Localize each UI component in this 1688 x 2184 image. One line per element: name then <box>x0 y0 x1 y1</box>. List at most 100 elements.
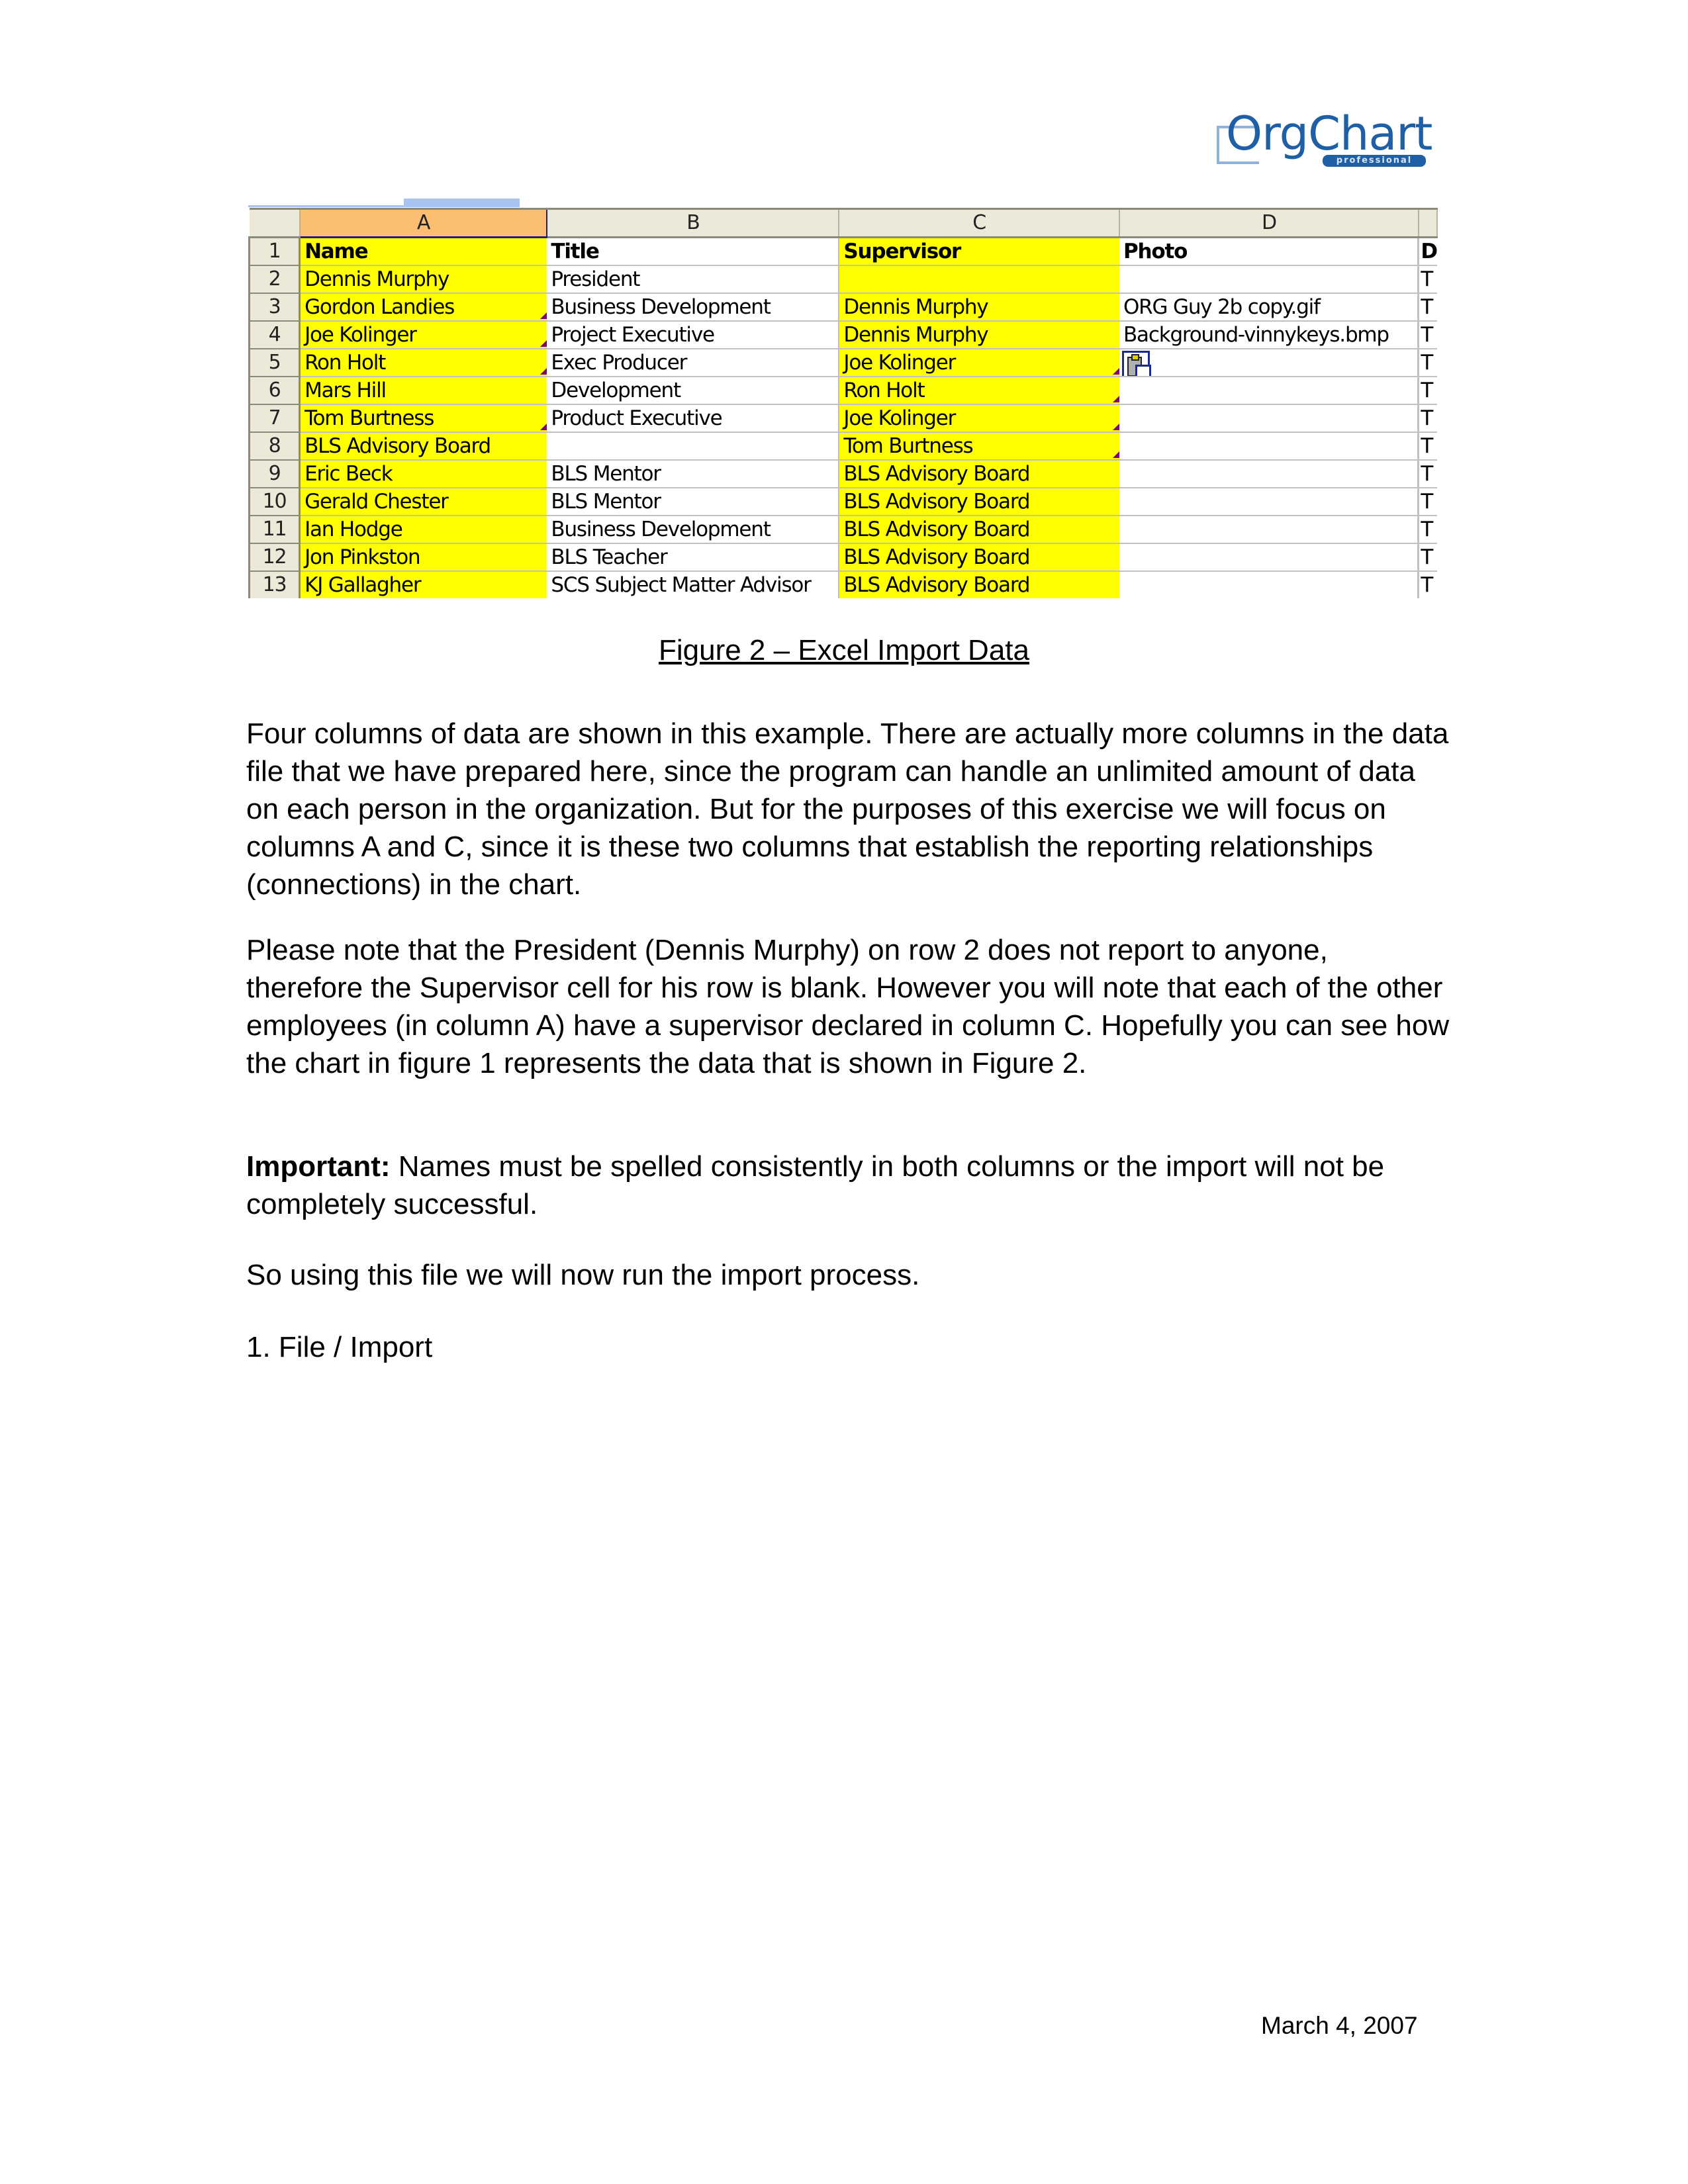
cell-photo[interactable]: ORG Guy 2b copy.gif <box>1119 293 1419 322</box>
cell-name[interactable]: Joe Kolinger <box>299 321 547 349</box>
row-header[interactable]: 13 <box>248 571 301 598</box>
column-header-c[interactable]: C <box>839 208 1120 238</box>
paragraph-important-note: Important: Names must be spelled consist… <box>246 1148 1451 1223</box>
cell-name[interactable]: Dennis Murphy <box>299 265 547 294</box>
cell-column-e[interactable]: T <box>1417 377 1437 405</box>
cell-name[interactable]: Tom Burtness <box>299 404 547 433</box>
column-header-d[interactable]: D <box>1119 208 1419 238</box>
cell-supervisor[interactable]: Joe Kolinger <box>839 404 1119 433</box>
table-row: 2 Dennis Murphy President T <box>248 265 1437 294</box>
paste-options-icon[interactable] <box>1121 351 1151 375</box>
cell-photo[interactable] <box>1119 404 1419 433</box>
row-header[interactable]: 2 <box>248 265 301 294</box>
cell-supervisor[interactable]: Tom Burtness <box>839 432 1119 461</box>
row-header[interactable]: 7 <box>248 404 301 433</box>
cell-name[interactable]: Gordon Landies <box>299 293 547 322</box>
cell-supervisor[interactable]: Supervisor <box>839 237 1119 266</box>
comment-indicator-icon[interactable] <box>540 312 547 319</box>
cell-title[interactable]: Title <box>547 237 840 266</box>
cell-column-e[interactable]: D <box>1417 237 1437 266</box>
cell-title[interactable]: Business Development <box>547 293 840 322</box>
comment-indicator-icon[interactable] <box>1112 368 1119 375</box>
cell-title[interactable] <box>547 432 840 461</box>
cell-photo[interactable] <box>1119 460 1419 488</box>
cell-supervisor[interactable]: Dennis Murphy <box>839 321 1119 349</box>
column-header-a[interactable]: A <box>299 208 548 238</box>
cell-photo[interactable] <box>1119 488 1419 516</box>
row-header[interactable]: 6 <box>248 377 301 405</box>
row-header[interactable]: 12 <box>248 543 301 572</box>
cell-title[interactable]: BLS Teacher <box>547 543 840 572</box>
cell-column-e[interactable]: T <box>1417 460 1437 488</box>
comment-indicator-icon[interactable] <box>540 424 547 430</box>
cell-photo[interactable] <box>1119 377 1419 405</box>
cell-title[interactable]: BLS Mentor <box>547 460 840 488</box>
row-header[interactable]: 8 <box>248 432 301 461</box>
cell-name[interactable]: Eric Beck <box>299 460 547 488</box>
cell-title[interactable]: Project Executive <box>547 321 840 349</box>
cell-name[interactable]: Gerald Chester <box>299 488 547 516</box>
cell-photo[interactable]: Background-vinnykeys.bmp <box>1119 321 1419 349</box>
comment-indicator-icon[interactable] <box>1112 396 1119 402</box>
cell-supervisor[interactable]: BLS Advisory Board <box>839 488 1119 516</box>
excel-spreadsheet-figure: A B C D 1 Name Title Supervisor Photo D 2 Denni… <box>248 199 1438 600</box>
cell-photo[interactable] <box>1119 571 1419 598</box>
table-row: 6 Mars Hill Development Ron Holt T <box>248 377 1437 405</box>
cell-column-e[interactable]: T <box>1417 516 1437 544</box>
cell-column-e[interactable]: T <box>1417 349 1437 377</box>
cell-photo[interactable] <box>1119 432 1419 461</box>
cell-column-e[interactable]: T <box>1417 543 1437 572</box>
cell-column-e[interactable]: T <box>1417 488 1437 516</box>
cell-column-e[interactable]: T <box>1417 432 1437 461</box>
cell-title[interactable]: BLS Mentor <box>547 488 840 516</box>
cell-supervisor[interactable] <box>839 265 1119 294</box>
cell-supervisor[interactable]: BLS Advisory Board <box>839 571 1119 598</box>
table-row: 7 Tom Burtness Product Executive Joe Koling… <box>248 404 1437 433</box>
comment-indicator-icon[interactable] <box>540 340 547 347</box>
cell-title[interactable]: Exec Producer <box>547 349 840 377</box>
row-header[interactable]: 10 <box>248 488 301 516</box>
column-header-b[interactable]: B <box>547 208 840 238</box>
cell-column-e[interactable]: T <box>1417 571 1437 598</box>
cell-name[interactable]: Ron Holt <box>299 349 547 377</box>
cell-title[interactable]: President <box>547 265 840 294</box>
cell-supervisor[interactable]: BLS Advisory Board <box>839 460 1119 488</box>
cell-title[interactable]: SCS Subject Matter Advisor <box>547 571 840 598</box>
cell-name[interactable]: Mars Hill <box>299 377 547 405</box>
select-all-corner[interactable] <box>249 208 301 238</box>
cell-title[interactable]: Product Executive <box>547 404 840 433</box>
logo-wordmark: OrgChart <box>1226 107 1432 161</box>
cell-column-e[interactable]: T <box>1417 321 1437 349</box>
cell-supervisor[interactable]: Dennis Murphy <box>839 293 1119 322</box>
row-header[interactable]: 5 <box>248 349 301 377</box>
cell-name[interactable]: BLS Advisory Board <box>299 432 547 461</box>
cell-photo[interactable]: Photo <box>1119 237 1419 266</box>
cell-supervisor[interactable]: BLS Advisory Board <box>839 516 1119 544</box>
cell-column-e[interactable]: T <box>1417 404 1437 433</box>
cell-supervisor[interactable]: BLS Advisory Board <box>839 543 1119 572</box>
cell-name[interactable]: Jon Pinkston <box>299 543 547 572</box>
row-header[interactable]: 9 <box>248 460 301 488</box>
cell-title[interactable]: Development <box>547 377 840 405</box>
cell-photo[interactable] <box>1119 349 1419 377</box>
row-header[interactable]: 3 <box>248 293 301 322</box>
row-header[interactable]: 4 <box>248 321 301 349</box>
cell-title[interactable]: Business Development <box>547 516 840 544</box>
clipboard-clip <box>1131 354 1139 361</box>
comment-indicator-icon[interactable] <box>540 368 547 375</box>
cell-column-e[interactable]: T <box>1417 293 1437 322</box>
row-header[interactable]: 1 <box>248 237 301 266</box>
cell-supervisor[interactable]: Joe Kolinger <box>839 349 1119 377</box>
cell-photo[interactable] <box>1119 265 1419 294</box>
cell-photo[interactable] <box>1119 516 1419 544</box>
cell-column-e[interactable]: T <box>1417 265 1437 294</box>
comment-indicator-icon[interactable] <box>1112 451 1119 458</box>
column-header-e[interactable] <box>1418 208 1438 238</box>
cell-photo[interactable] <box>1119 543 1419 572</box>
cell-name[interactable]: Ian Hodge <box>299 516 547 544</box>
cell-name[interactable]: Name <box>299 237 547 266</box>
comment-indicator-icon[interactable] <box>1112 424 1119 430</box>
cell-supervisor[interactable]: Ron Holt <box>839 377 1119 405</box>
cell-name[interactable]: KJ Gallagher <box>299 571 547 598</box>
row-header[interactable]: 11 <box>248 516 301 544</box>
